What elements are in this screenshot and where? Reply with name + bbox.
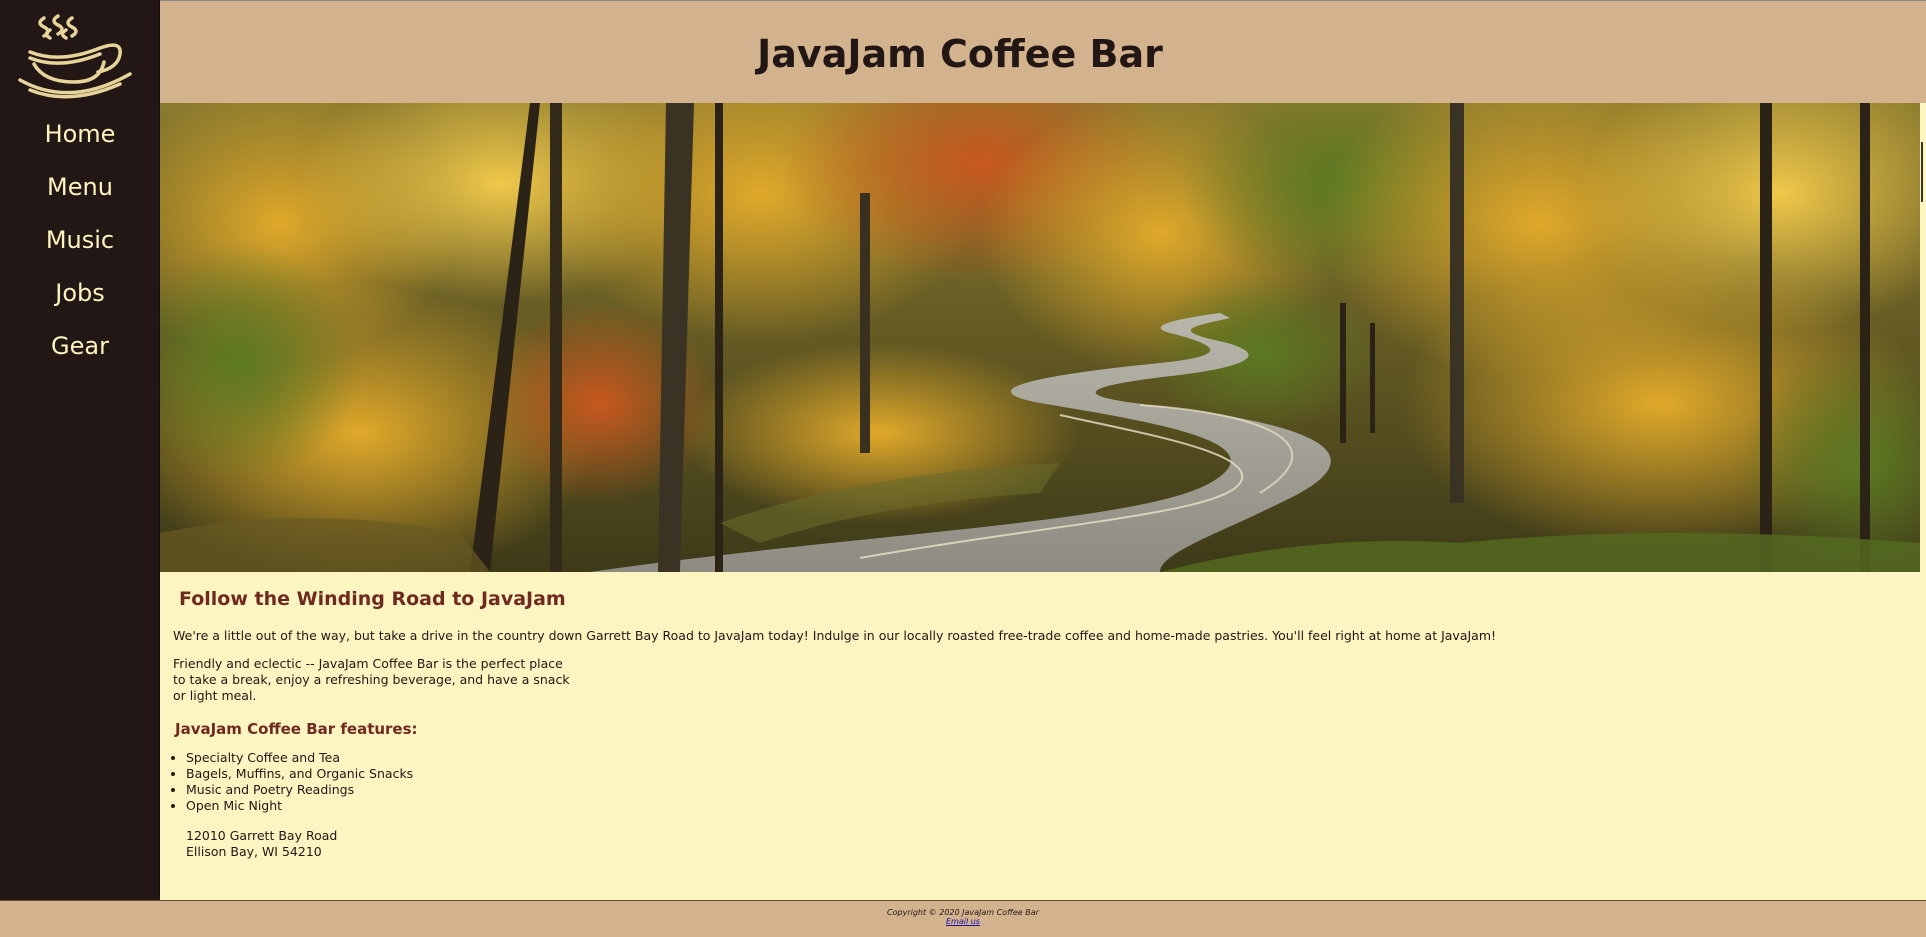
features-list: Specialty Coffee and Tea Bagels, Muffins… [160,750,413,814]
list-item: Music and Poetry Readings [186,782,413,798]
nav-link-home[interactable]: Home [45,120,116,148]
email-link[interactable]: Email us [946,917,980,926]
main-heading: Follow the Winding Road to JavaJam [179,588,566,610]
sidebar-nav: Home Menu Music Jobs Gear [0,0,160,900]
nav-link-menu[interactable]: Menu [47,173,113,201]
scrollbar-thumb[interactable] [1921,142,1923,202]
coffee-cup-logo-icon[interactable] [16,10,140,106]
address-street: 12010 Garrett Bay Road [186,828,338,843]
nav-item-home: Home [0,112,160,165]
nav-menu: Home Menu Music Jobs Gear [0,112,160,377]
nav-item-music: Music [0,218,160,271]
nav-link-jobs[interactable]: Jobs [55,279,105,307]
list-item: Bagels, Muffins, and Organic Snacks [186,766,413,782]
winding-road-forest-image [160,103,1920,572]
list-item: Specialty Coffee and Tea [186,750,413,766]
nav-item-jobs: Jobs [0,271,160,324]
hero-image [160,103,1920,572]
nav-item-gear: Gear [0,324,160,377]
features-heading: JavaJam Coffee Bar features: [175,720,418,738]
main-content: Follow the Winding Road to JavaJam We're… [160,572,1926,900]
list-item: Open Mic Night [186,798,413,814]
nav-link-gear[interactable]: Gear [51,332,109,360]
nav-link-music[interactable]: Music [46,226,114,254]
site-header: JavaJam Coffee Bar [160,0,1926,103]
site-footer: Copyright © 2020 JavaJam Coffee Bar Emai… [0,900,1926,937]
page: Home Menu Music Jobs Gear JavaJam Coffee… [0,0,1926,937]
friendly-paragraph: Friendly and eclectic -- JavaJam Coffee … [173,656,570,703]
nav-item-menu: Menu [0,165,160,218]
intro-paragraph: We're a little out of the way, but take … [173,628,1497,643]
address: 12010 Garrett Bay Road Ellison Bay, WI 5… [186,828,337,860]
site-title: JavaJam Coffee Bar [757,32,1163,76]
copyright-text: Copyright © 2020 JavaJam Coffee Bar [887,908,1039,917]
address-city: Ellison Bay, WI 54210 [186,844,322,859]
